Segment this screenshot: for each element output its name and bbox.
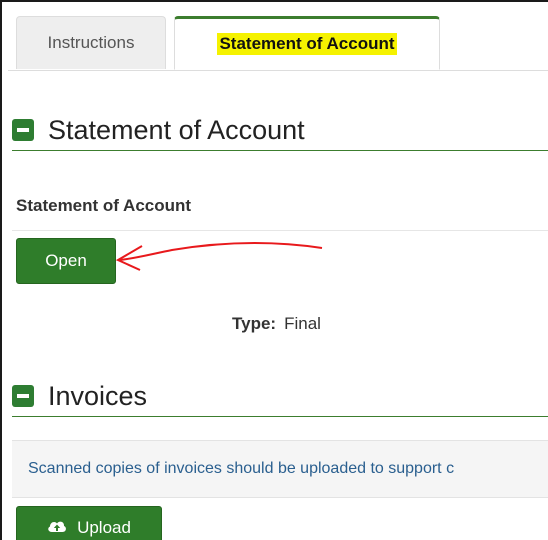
invoices-info-text: Scanned copies of invoices should be upl… bbox=[28, 460, 455, 477]
page-frame: Instructions Statement of Account Statem… bbox=[0, 0, 548, 540]
cloud-upload-icon bbox=[47, 518, 67, 539]
type-row: Type: Final bbox=[232, 314, 321, 334]
type-label: Type: bbox=[232, 314, 277, 333]
open-button-label: Open bbox=[45, 251, 87, 270]
tab-statement-of-account[interactable]: Statement of Account bbox=[174, 16, 440, 70]
tab-statement-of-account-label: Statement of Account bbox=[217, 33, 397, 55]
statement-section-title: Statement of Account bbox=[48, 114, 305, 145]
statement-subheading: Statement of Account bbox=[16, 196, 192, 215]
open-button[interactable]: Open bbox=[16, 238, 116, 284]
annotation-arrow-icon bbox=[115, 242, 323, 271]
tab-bar: Instructions Statement of Account bbox=[8, 16, 548, 71]
upload-button-label: Upload bbox=[77, 518, 131, 537]
invoices-info-bar: Scanned copies of invoices should be upl… bbox=[12, 440, 548, 498]
statement-section-header[interactable]: Statement of Account bbox=[12, 110, 548, 151]
type-value: Final bbox=[284, 314, 321, 333]
invoices-section-title: Invoices bbox=[48, 380, 148, 411]
invoices-section-header[interactable]: Invoices bbox=[12, 376, 548, 417]
collapse-minus-icon[interactable] bbox=[12, 385, 34, 407]
collapse-minus-icon[interactable] bbox=[12, 119, 34, 141]
tab-instructions-label: Instructions bbox=[47, 33, 135, 52]
upload-button[interactable]: Upload bbox=[16, 506, 162, 540]
statement-divider bbox=[12, 230, 548, 231]
tab-instructions[interactable]: Instructions bbox=[16, 16, 166, 69]
